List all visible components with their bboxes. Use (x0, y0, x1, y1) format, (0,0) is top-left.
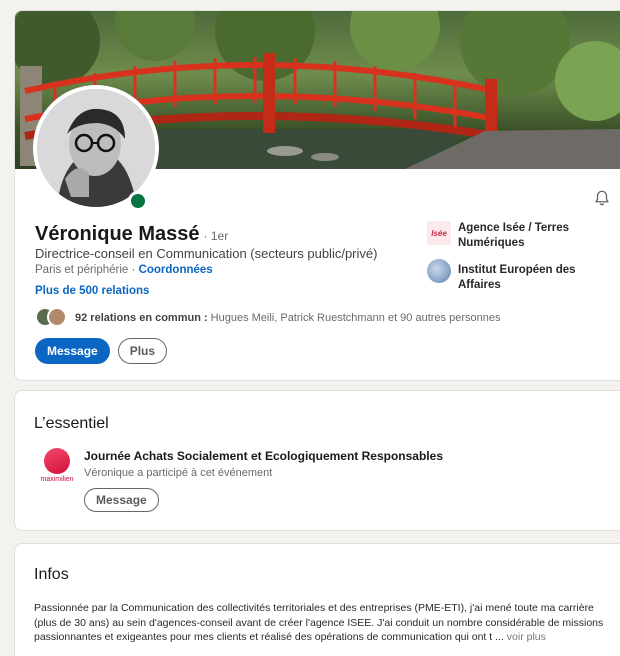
location-row: Paris et périphérie · Coordonnées (35, 264, 213, 276)
bell-icon[interactable] (593, 189, 611, 207)
about-text: Passionnée par la Communication des coll… (34, 601, 614, 645)
event-logo-text: maximilien (40, 476, 74, 483)
avatar (47, 307, 67, 327)
experience-item[interactable]: Institut Européen des Affaires (427, 259, 617, 293)
see-more-link[interactable]: voir plus (507, 631, 546, 643)
event-subtitle: Véronique a participé à cet événement (84, 467, 273, 479)
agence-isee-logo-icon: Isée (427, 221, 451, 245)
avatar[interactable] (37, 89, 155, 207)
profile-location: Paris et périphérie · (35, 264, 136, 276)
profile-card: Véronique Massé · 1er Directrice-conseil… (14, 10, 620, 381)
event-message-button[interactable]: Message (84, 488, 159, 512)
maximilien-logo-icon (44, 448, 70, 474)
infos-title: Infos (34, 566, 69, 583)
essentiel-title: L’essentiel (34, 415, 109, 432)
event-logo[interactable]: maximilien (35, 448, 79, 492)
common-connections-avatars (35, 307, 71, 329)
common-connections-count: 92 relations en commun : (75, 312, 208, 324)
online-status-dot (128, 191, 148, 211)
avatar-portrait (37, 89, 155, 207)
profile-headline: Directrice-conseil en Communication (sec… (35, 246, 378, 261)
profile-name-row: Véronique Massé · 1er (35, 223, 228, 246)
common-connections[interactable]: 92 relations en commun : Hugues Meili, P… (35, 307, 500, 329)
profile-actions: Message Plus (35, 338, 168, 364)
experience-name: Agence Isée / Terres Numériques (458, 222, 570, 249)
experience-name: Institut Européen des Affaires (458, 264, 576, 291)
connection-degree: · 1er (203, 229, 229, 243)
experience-summary: Isée Agence Isée / Terres Numériques Ins… (427, 221, 617, 301)
infos-card: Infos Passionnée par la Communication de… (14, 543, 620, 656)
contact-info-link[interactable]: Coordonnées (139, 264, 213, 276)
institut-logo-icon (427, 259, 451, 283)
common-connections-names: Hugues Meili, Patrick Ruestchmann et 90 … (210, 312, 501, 324)
more-button[interactable]: Plus (117, 338, 168, 364)
profile-name: Véronique Massé (35, 223, 200, 245)
relations-count-link[interactable]: Plus de 500 relations (35, 285, 149, 297)
event-title[interactable]: Journée Achats Socialement et Ecologique… (84, 449, 443, 463)
message-button[interactable]: Message (35, 338, 110, 364)
experience-item[interactable]: Isée Agence Isée / Terres Numériques (427, 221, 617, 251)
essentiel-card: L’essentiel maximilien Journée Achats So… (14, 390, 620, 531)
